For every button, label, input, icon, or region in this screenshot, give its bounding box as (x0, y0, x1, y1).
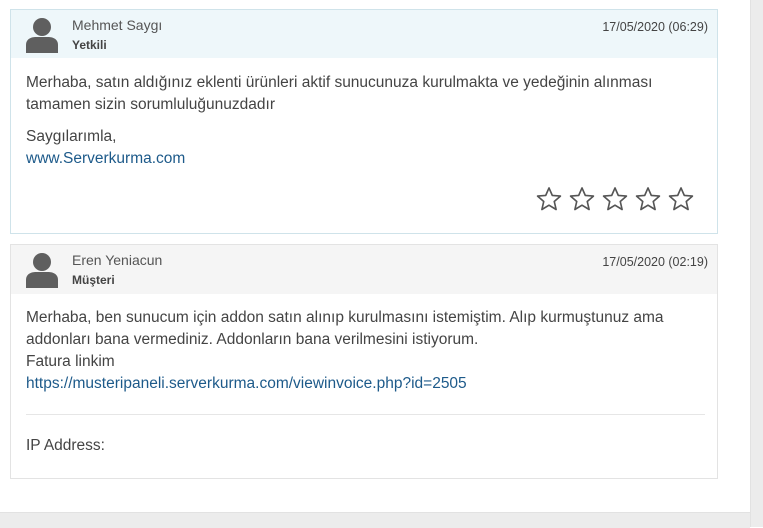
message-date: 17/05/2020 (02:19) (602, 255, 708, 269)
user-avatar-icon (26, 18, 58, 53)
user-avatar-icon (26, 253, 58, 288)
star-outline-icon[interactable] (568, 185, 596, 213)
message-text: Merhaba, ben sunucum için addon satın al… (26, 309, 664, 348)
reply-header: Mehmet Saygı Yetkili 17/05/2020 (06:29) (11, 10, 717, 58)
divider (26, 414, 705, 415)
ip-address-row: IP Address: (26, 437, 105, 455)
author-name: Eren Yeniacun (72, 252, 163, 268)
star-outline-icon[interactable] (601, 185, 629, 213)
message-signature: Saygılarımla, www.Serverkurma.com (26, 126, 696, 170)
reply-header: Eren Yeniacun Müşteri 17/05/2020 (02:19) (11, 245, 717, 294)
reply-card-client: Eren Yeniacun Müşteri 17/05/2020 (02:19)… (10, 244, 718, 479)
signature-link[interactable]: www.Serverkurma.com (26, 150, 185, 167)
reply-card-staff: Mehmet Saygı Yetkili 17/05/2020 (06:29) … (10, 9, 718, 234)
star-outline-icon[interactable] (634, 185, 662, 213)
right-scroll-rail (750, 0, 763, 527)
author-role: Müşteri (72, 273, 115, 287)
message-date: 17/05/2020 (06:29) (602, 20, 708, 34)
author-role: Yetkili (72, 38, 107, 52)
rating-stars (535, 185, 695, 213)
signature-text: Saygılarımla, (26, 128, 117, 145)
author-name: Mehmet Saygı (72, 17, 163, 33)
bottom-band (0, 512, 750, 528)
ip-address-label: IP Address: (26, 437, 105, 454)
message-body: Merhaba, ben sunucum için addon satın al… (26, 307, 696, 395)
message-text-invoice-label: Fatura linkim (26, 353, 115, 370)
invoice-link[interactable]: https://musteripaneli.serverkurma.com/vi… (26, 375, 467, 392)
message-text: Merhaba, satın aldığınız eklenti ürünler… (26, 74, 653, 113)
message-text-block: Merhaba, ben sunucum için addon satın al… (26, 307, 696, 395)
star-outline-icon[interactable] (667, 185, 695, 213)
message-body: Merhaba, satın aldığınız eklenti ürünler… (26, 72, 696, 170)
star-outline-icon[interactable] (535, 185, 563, 213)
